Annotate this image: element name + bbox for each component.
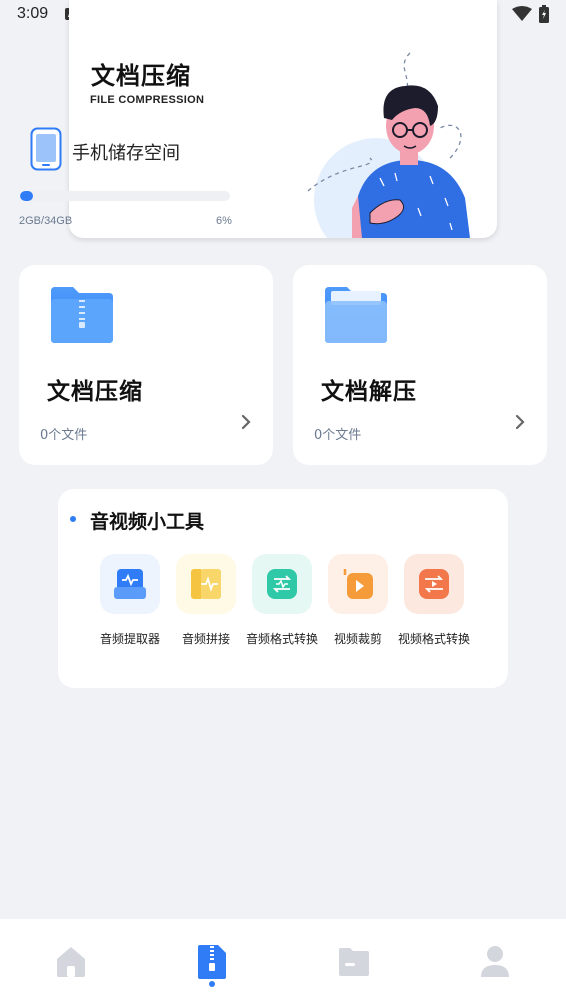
audio-merge-icon: [191, 569, 221, 599]
battery-icon: [539, 5, 549, 23]
home-icon[interactable]: [51, 941, 91, 981]
tools-title: 音视频小工具: [90, 511, 205, 533]
compress-card[interactable]: 文档压缩 0个文件: [19, 265, 273, 465]
wifi-icon: [512, 6, 532, 21]
section-dot: [70, 516, 76, 522]
tool-icon-bg: [100, 554, 160, 614]
compress-card-title: 文档压缩: [47, 379, 143, 405]
bottom-navigation: [0, 919, 566, 1008]
extract-card-count: 0个文件: [314, 428, 362, 443]
status-time: 3:09: [17, 5, 49, 22]
audio-extract-icon: [114, 569, 146, 599]
person-illustration: [307, 52, 470, 238]
tool-icon-bg: [252, 554, 312, 614]
zip-folder-icon: [51, 287, 113, 343]
extract-card[interactable]: 文档解压 0个文件: [293, 265, 547, 465]
storage-used-text: 2GB/34GB: [19, 215, 73, 227]
video-trim-icon: [343, 569, 373, 599]
storage-progress-fill: [20, 191, 33, 201]
tool-icon-bg: [176, 554, 236, 614]
tool-video-convert[interactable]: 视频格式转换: [394, 552, 474, 652]
active-tab-indicator: [209, 981, 215, 987]
audio-video-tools-panel: 音视频小工具 音频提取器 音频拼接 音频格式转换 视频裁剪 视频格式转换: [58, 489, 508, 688]
storage-label: 手机储存空间: [72, 143, 180, 164]
hero-title: 文档压缩: [91, 62, 191, 90]
storage-percent-text: 6%: [216, 215, 232, 227]
hero-subtitle: FILE COMPRESSION: [90, 94, 205, 106]
tool-label: 视频格式转换: [397, 632, 470, 646]
extract-card-title: 文档解压: [321, 379, 417, 405]
audio-convert-icon: [267, 569, 297, 599]
phone-icon: [30, 127, 62, 171]
zip-document-icon[interactable]: [192, 941, 232, 981]
tool-icon-bg: [328, 554, 388, 614]
folder-icon[interactable]: [334, 941, 374, 981]
storage-progress-bar: [20, 191, 230, 201]
user-icon[interactable]: [475, 941, 515, 981]
compress-card-count: 0个文件: [40, 428, 88, 443]
open-folder-icon: [325, 287, 387, 343]
video-convert-icon: [419, 569, 449, 599]
chevron-right-icon: [515, 414, 525, 430]
chevron-right-icon: [241, 414, 251, 430]
tool-icon-bg: [404, 554, 464, 614]
